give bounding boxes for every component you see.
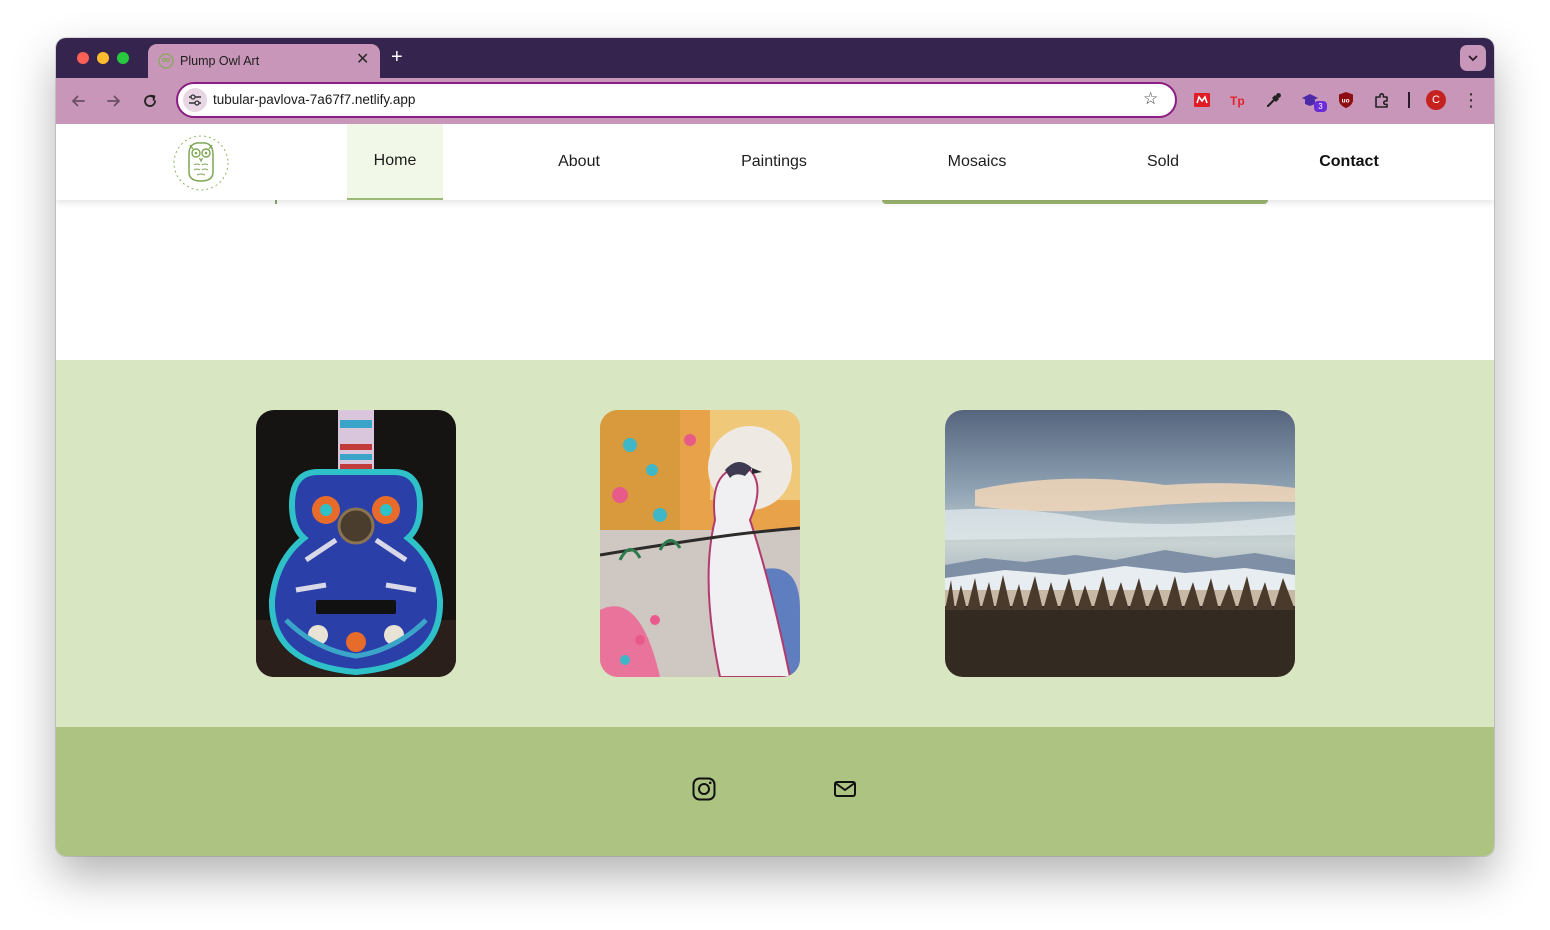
extension-tp-icon[interactable]: Tp [1229,91,1247,109]
owl-favicon-icon [158,53,174,69]
forward-arrow-icon[interactable] [105,92,123,110]
close-window-button[interactable] [77,52,89,64]
tune-icon [189,94,201,106]
back-arrow-icon[interactable] [69,92,87,110]
mosaic-guitar-image [256,410,456,677]
close-tab-icon[interactable]: ✕ [356,51,369,69]
minimize-window-button[interactable] [97,52,109,64]
tab-strip: Plump Owl Art ✕ + [56,38,1494,78]
new-tab-icon[interactable]: + [391,44,403,70]
extension-badge: 3 [1314,101,1327,112]
zoom-window-button[interactable] [117,52,129,64]
eyedropper-icon[interactable] [1265,91,1283,109]
tab-search-button[interactable] [1460,45,1486,71]
address-bar[interactable]: tubular-pavlova-7a67f7.netlify.app ☆ [176,82,1177,118]
nav-paintings[interactable]: Paintings [724,124,824,200]
url-text: tubular-pavlova-7a67f7.netlify.app [213,92,416,107]
ublock-shield-icon[interactable]: uo [1337,91,1355,109]
extension-red-icon[interactable] [1193,91,1211,109]
owl-logo-icon[interactable] [172,134,230,192]
browser-window: Plump Owl Art ✕ + tubular-pavlova-7a67f7… [56,38,1494,856]
bookmark-star-icon[interactable]: ☆ [1143,90,1158,108]
browser-toolbar: tubular-pavlova-7a67f7.netlify.app ☆ Tp … [56,78,1494,124]
nav-sold[interactable]: Sold [1125,124,1201,200]
profile-avatar[interactable]: C [1426,90,1446,110]
nav-contact[interactable]: Contact [1304,124,1394,200]
email-icon[interactable] [832,776,858,802]
svg-text:Tp: Tp [1230,94,1245,108]
browser-menu-icon[interactable]: ⋮ [1462,89,1480,111]
tab-active[interactable]: Plump Owl Art ✕ [148,44,380,78]
extensions-puzzle-icon[interactable] [1373,91,1391,109]
site-info-button[interactable] [183,88,207,112]
nav-home[interactable]: Home [347,124,443,200]
bird-painting-image [600,410,800,677]
gallery-image-bird[interactable] [600,410,800,677]
instagram-icon[interactable] [691,776,717,802]
featured-gallery [56,360,1494,727]
nav-about[interactable]: About [539,124,619,200]
extension-graduation-icon[interactable]: 3 [1301,91,1327,112]
gallery-image-guitar[interactable] [256,410,456,677]
toolbar-separator [1408,92,1410,108]
site-header: Home About Paintings Mosaics Sold Contac… [56,124,1494,200]
gallery-image-landscape[interactable] [945,410,1295,677]
site-footer [56,727,1494,856]
chevron-down-icon [1468,55,1478,62]
tab-title: Plump Owl Art [180,54,260,68]
nav-mosaics[interactable]: Mosaics [927,124,1027,200]
svg-text:uo: uo [1342,98,1350,105]
winter-landscape-image [945,410,1295,677]
web-page: Home About Paintings Mosaics Sold Contac… [56,124,1494,856]
reload-icon[interactable] [141,92,159,110]
